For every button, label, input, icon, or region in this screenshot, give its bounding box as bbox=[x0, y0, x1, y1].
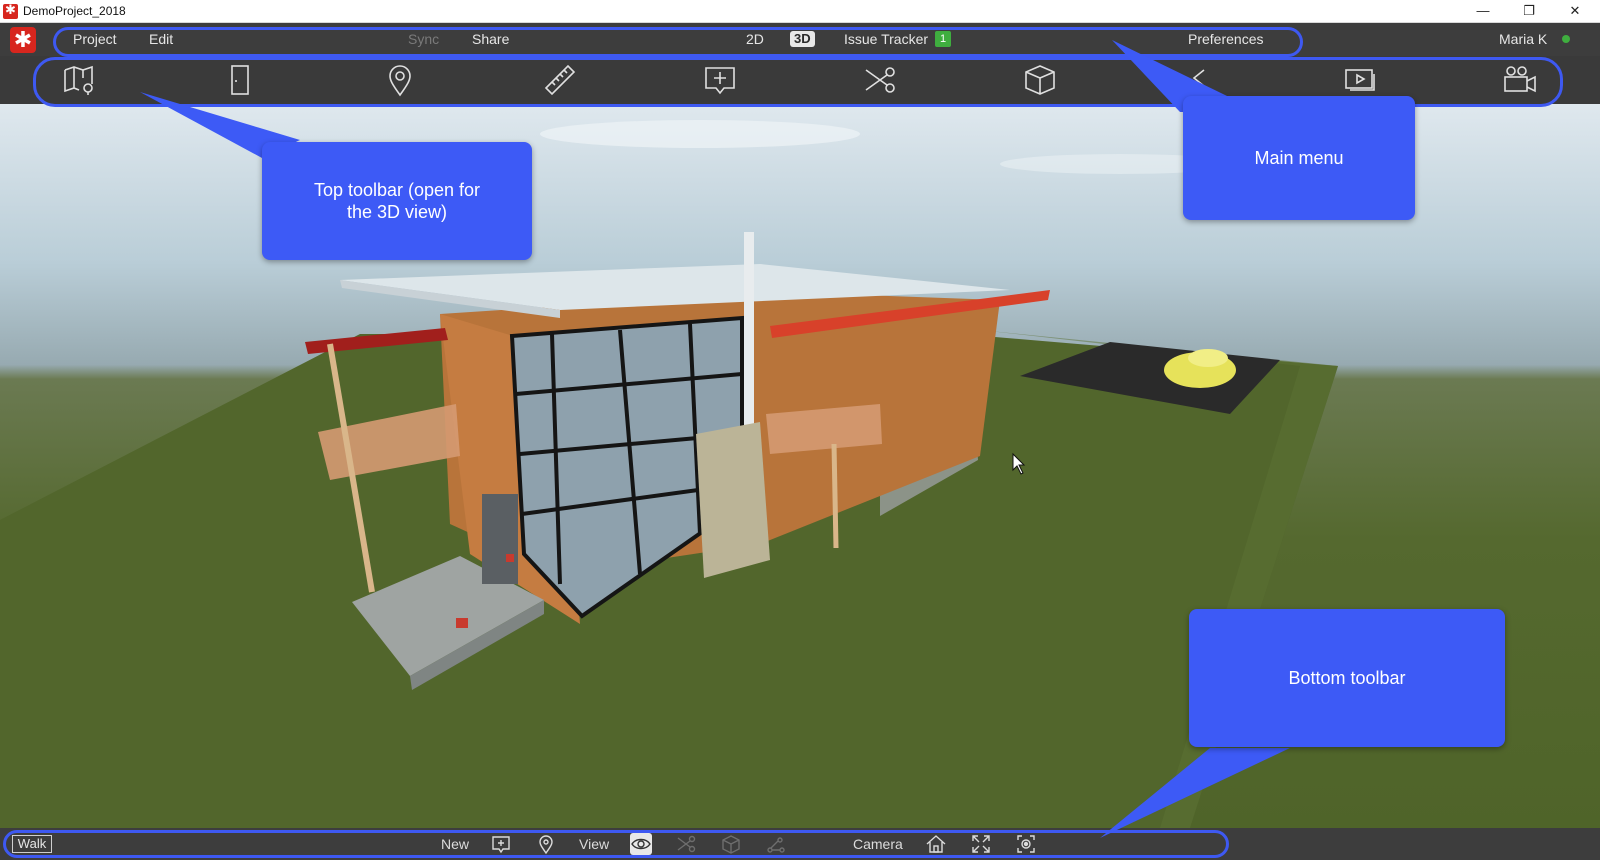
door-icon[interactable] bbox=[222, 62, 258, 98]
menu-edit[interactable]: Edit bbox=[149, 31, 173, 47]
callout-top-toolbar: Top toolbar (open for the 3D view) bbox=[262, 142, 532, 260]
view-label: View bbox=[579, 836, 610, 852]
online-status-dot bbox=[1562, 35, 1570, 43]
callout-main-menu: Main menu bbox=[1183, 96, 1415, 220]
user-name[interactable]: Maria K bbox=[1499, 31, 1547, 47]
cube-icon[interactable] bbox=[1022, 62, 1058, 98]
slides-icon[interactable] bbox=[1342, 62, 1378, 98]
bottom-toolbar: Walk New View Camera bbox=[0, 828, 1600, 860]
scissors-icon[interactable] bbox=[862, 62, 898, 98]
pin-icon[interactable] bbox=[535, 833, 557, 855]
menu-preferences[interactable]: Preferences bbox=[1188, 31, 1263, 47]
callout-bottom-toolbar-text: Bottom toolbar bbox=[1288, 668, 1406, 688]
brand-logo-icon[interactable]: ✱ bbox=[10, 27, 36, 53]
video-camera-icon[interactable] bbox=[1502, 62, 1538, 98]
issue-count-badge: 1 bbox=[935, 31, 951, 47]
view-3d-button[interactable]: 3D bbox=[790, 31, 815, 47]
window-titlebar: DemoProject_2018 — ❐ ✕ bbox=[0, 0, 1600, 23]
scissors-icon[interactable] bbox=[675, 833, 697, 855]
minimize-icon[interactable]: — bbox=[1460, 0, 1506, 22]
eye-icon[interactable] bbox=[630, 833, 652, 855]
nodes-icon[interactable] bbox=[765, 833, 787, 855]
callout-top-toolbar-text: Top toolbar (open for the 3D view) bbox=[313, 180, 481, 222]
map-pin-icon[interactable] bbox=[62, 62, 98, 98]
close-icon[interactable]: ✕ bbox=[1552, 0, 1598, 22]
menu-sync[interactable]: Sync bbox=[408, 31, 439, 47]
ruler-icon[interactable] bbox=[542, 62, 578, 98]
camera-label: Camera bbox=[853, 836, 903, 852]
menu-share[interactable]: Share bbox=[472, 31, 509, 47]
callout-main-menu-text: Main menu bbox=[1254, 148, 1344, 168]
restore-icon[interactable]: ❐ bbox=[1506, 0, 1552, 22]
view-2d-button[interactable]: 2D bbox=[746, 31, 764, 47]
window-title: DemoProject_2018 bbox=[23, 4, 126, 18]
new-label: New bbox=[441, 836, 470, 852]
callout-bottom-toolbar: Bottom toolbar bbox=[1189, 609, 1505, 747]
home-icon[interactable] bbox=[925, 833, 947, 855]
menu-project[interactable]: Project bbox=[73, 31, 117, 47]
box-icon[interactable] bbox=[720, 833, 742, 855]
location-pin-icon[interactable] bbox=[382, 62, 418, 98]
play-arrow-icon[interactable] bbox=[1182, 62, 1218, 98]
add-plus-icon[interactable] bbox=[490, 833, 512, 855]
focus-icon[interactable] bbox=[1015, 833, 1037, 855]
app-logo-icon bbox=[3, 2, 18, 19]
add-comment-icon[interactable] bbox=[702, 62, 738, 98]
fullscreen-icon[interactable] bbox=[970, 833, 992, 855]
menu-issue-tracker[interactable]: Issue Tracker bbox=[844, 31, 928, 47]
main-menu-bar: ✱ Project Edit Sync Share 2D 3D Issue Tr… bbox=[0, 23, 1600, 56]
walk-mode-button[interactable]: Walk bbox=[12, 835, 52, 853]
